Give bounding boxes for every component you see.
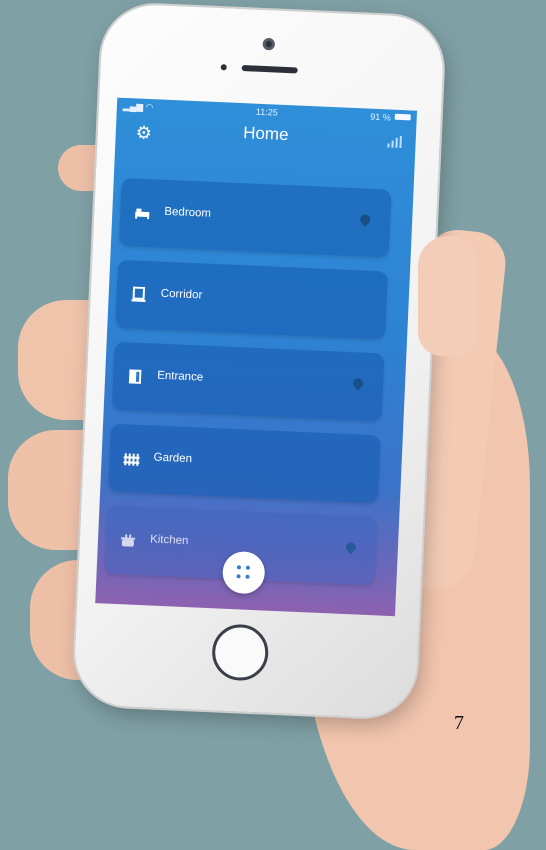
- location-pin-icon: [358, 212, 373, 227]
- phone-body: ▂▄▆ ◠ 11:25 91 % ⚙ Home Bedroom Corridor: [72, 2, 446, 720]
- hand-fingertip-right: [418, 236, 478, 356]
- room-card-bedroom[interactable]: Bedroom: [118, 177, 392, 258]
- location-pin-icon: [343, 540, 358, 555]
- front-camera: [262, 37, 276, 51]
- bar-chart-icon[interactable]: [387, 135, 402, 149]
- pot-icon: [120, 532, 137, 549]
- fence-icon: [123, 450, 140, 467]
- room-label: Entrance: [156, 369, 204, 384]
- battery-percent: 91 %: [369, 111, 391, 123]
- grid-dots-icon: [236, 565, 251, 580]
- proximity-sensor: [220, 64, 227, 71]
- menu-fab-button[interactable]: [221, 550, 266, 595]
- room-card-garden[interactable]: Garden: [108, 423, 381, 504]
- page-number: 7: [454, 712, 464, 734]
- room-label: Bedroom: [164, 205, 212, 220]
- lamp-icon: [130, 286, 147, 303]
- room-label: Corridor: [160, 287, 203, 302]
- room-card-corridor[interactable]: Corridor: [115, 259, 388, 340]
- home-button[interactable]: [211, 623, 270, 682]
- room-label: Garden: [153, 451, 193, 466]
- app-screen: ▂▄▆ ◠ 11:25 91 % ⚙ Home Bedroom Corridor: [95, 97, 418, 617]
- earpiece-speaker: [241, 65, 298, 74]
- bed-icon: [134, 204, 151, 221]
- location-pin-icon: [351, 376, 366, 391]
- room-label: Kitchen: [149, 533, 189, 548]
- room-card-entrance[interactable]: Entrance: [111, 341, 385, 422]
- door-icon: [127, 368, 144, 385]
- battery-icon: [394, 113, 411, 121]
